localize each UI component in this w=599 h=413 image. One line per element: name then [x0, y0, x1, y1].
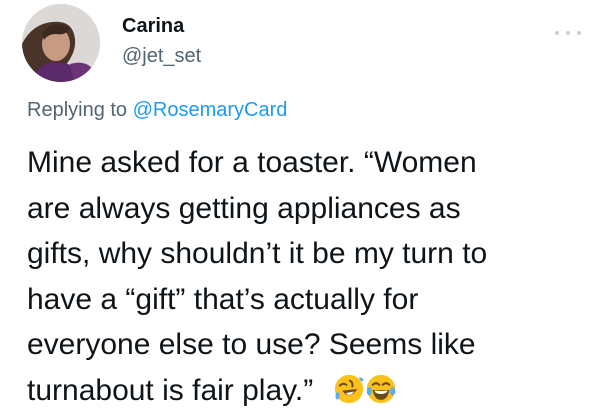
- user-info: Carina @jet_set: [122, 14, 201, 68]
- tweet-line: are always getting appliances as: [27, 191, 461, 225]
- tweet-line: Mine asked for a toaster. “Women: [27, 146, 477, 179]
- more-options-icon[interactable]: [555, 26, 581, 40]
- profile-photo: [22, 4, 100, 82]
- replying-to: Replying to @RosemaryCard: [27, 98, 287, 122]
- mention-link[interactable]: @RosemaryCard: [133, 99, 288, 121]
- tweet-card: Carina @jet_set Replying to @RosemaryCar…: [0, 0, 599, 413]
- dot: [555, 31, 559, 35]
- replying-to-label: Replying to: [27, 99, 133, 121]
- tweet-line: have a “gift” that’s actually for: [27, 282, 419, 316]
- tweet-last-line: turnabout is fair play.”: [27, 368, 587, 413]
- user-handle[interactable]: @jet_set: [122, 44, 201, 68]
- dot: [577, 31, 581, 35]
- tears-of-joy-emoji: [366, 374, 395, 403]
- dot: [566, 31, 570, 35]
- tweet-text: Mine asked for a toaster. “Women are alw…: [27, 140, 587, 413]
- display-name[interactable]: Carina: [122, 14, 201, 38]
- tweet-line-text: turnabout is fair play.”: [27, 373, 314, 407]
- tweet-line: gifts, why shouldn’t it be my turn to: [27, 237, 488, 270]
- tweet-line: everyone else to use? Seems like: [27, 328, 476, 361]
- avatar[interactable]: [22, 4, 100, 82]
- rolling-on-floor-laughing-emoji: [334, 374, 363, 403]
